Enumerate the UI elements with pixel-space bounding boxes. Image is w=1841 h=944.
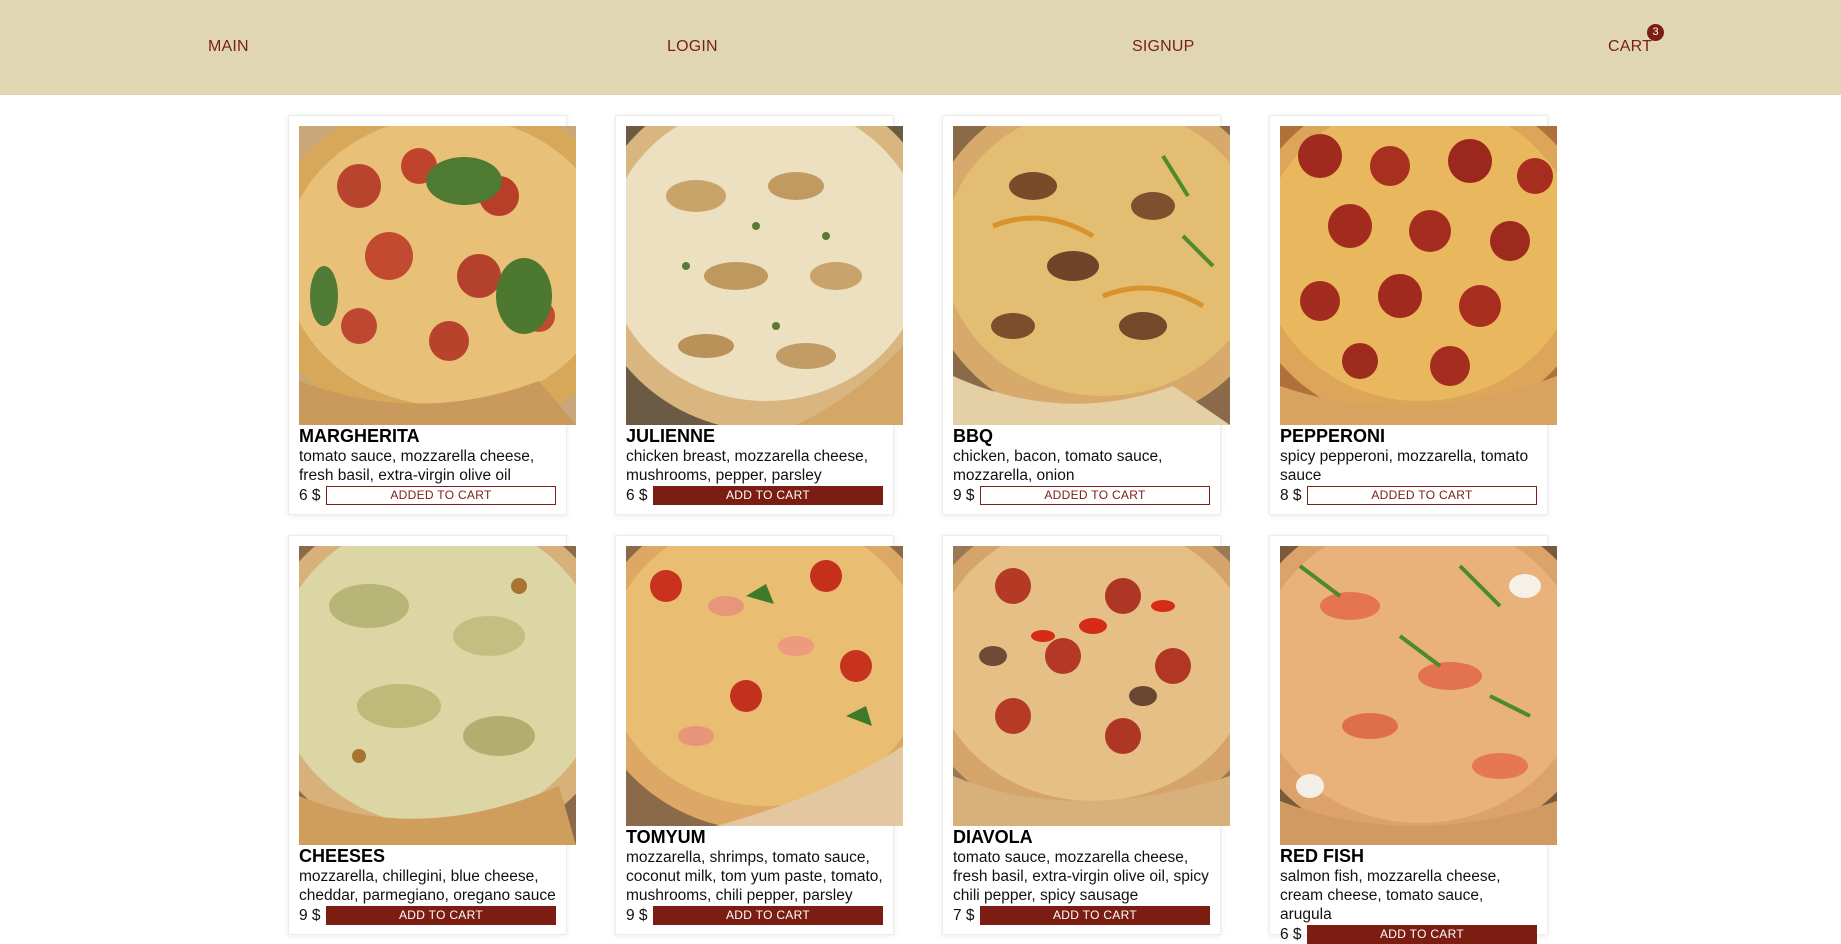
pizza-price: 9 $ (299, 906, 321, 924)
pizza-ingredients: mozzarella, shrimps, tomato sauce, cocon… (626, 849, 883, 904)
nav-cart-link[interactable]: CART (1608, 38, 1652, 56)
pizza-name: PEPPERONI (1280, 426, 1386, 446)
add-to-cart-button[interactable]: ADD TO CART (1307, 925, 1537, 944)
pizza-photo-diavola (953, 546, 1230, 826)
pizza-photo-tomyum (626, 546, 903, 826)
pizza-photo-cheeses (299, 546, 576, 845)
nav-main-link[interactable]: MAIN (208, 38, 249, 56)
pizza-price: 9 $ (953, 486, 975, 504)
pizza-photo-julienne (626, 126, 903, 425)
pizza-name: CHEESES (299, 846, 386, 866)
pizza-ingredients: tomato sauce, mozzarella cheese, fresh b… (953, 849, 1209, 904)
add-to-cart-button[interactable]: ADD TO CART (653, 486, 883, 505)
pizza-name: RED FISH (1280, 846, 1365, 866)
pizza-ingredients: tomato sauce, mozzarella cheese, fresh b… (299, 448, 535, 484)
pizza-card: TOMYUM mozzarella, shrimps, tomato sauce… (615, 535, 903, 935)
add-to-cart-button[interactable]: ADD TO CART (326, 906, 556, 925)
added-to-cart-button[interactable]: ADDED TO CART (1307, 486, 1537, 505)
pizza-card: DIAVOLA tomato sauce, mozzarella cheese,… (942, 535, 1230, 935)
pizza-name: JULIENNE (626, 426, 716, 446)
pizza-name: TOMYUM (626, 827, 706, 847)
pizza-price: 8 $ (1280, 486, 1302, 504)
pizza-name: DIAVOLA (953, 827, 1033, 847)
pizza-card: BBQ chicken, bacon, tomato sauce, mozzar… (942, 115, 1230, 515)
pizza-photo-bbq (953, 126, 1230, 425)
pizza-price: 6 $ (299, 486, 321, 504)
nav-signup-link[interactable]: SIGNUP (1132, 38, 1195, 56)
add-to-cart-button[interactable]: ADD TO CART (980, 906, 1210, 925)
nav-login-link[interactable]: LOGIN (667, 38, 718, 56)
pizza-ingredients: salmon fish, mozzarella cheese, cream ch… (1280, 868, 1501, 923)
pizza-card: MARGHERITA tomato sauce, mozzarella chee… (288, 115, 576, 515)
pizza-price: 6 $ (1280, 925, 1302, 943)
pizza-ingredients: chicken, bacon, tomato sauce, mozzarella… (953, 448, 1163, 484)
pizza-price: 9 $ (626, 906, 648, 924)
add-to-cart-button[interactable]: ADD TO CART (653, 906, 883, 925)
pizza-ingredients: spicy pepperoni, mozzarella, tomato sauc… (1280, 448, 1529, 484)
pizza-ingredients: mozzarella, chillegini, blue cheese, che… (299, 868, 556, 904)
pizza-photo-margherita (299, 126, 576, 425)
pizza-card: JULIENNE chicken breast, mozzarella chee… (615, 115, 903, 515)
pizza-card: PEPPERONI spicy pepperoni, mozzarella, t… (1269, 115, 1557, 515)
pizza-price: 6 $ (626, 486, 648, 504)
added-to-cart-button[interactable]: ADDED TO CART (326, 486, 556, 505)
added-to-cart-button[interactable]: ADDED TO CART (980, 486, 1210, 505)
pizza-grid: MARGHERITA tomato sauce, mozzarella chee… (288, 115, 1557, 944)
pizza-card: CHEESES mozzarella, chillegini, blue che… (288, 535, 576, 935)
pizza-card: RED FISH salmon fish, mozzarella cheese,… (1269, 535, 1557, 944)
pizza-photo-pepperoni (1280, 126, 1557, 425)
cart-count-badge: 3 (1647, 24, 1664, 41)
pizza-name: MARGHERITA (299, 426, 420, 446)
pizza-name: BBQ (953, 426, 993, 446)
top-navigation-bar: MAIN LOGIN SIGNUP CART 3 (0, 0, 1841, 95)
pizza-photo-red-fish (1280, 546, 1557, 845)
pizza-ingredients: chicken breast, mozzarella cheese, mushr… (626, 448, 869, 484)
pizza-price: 7 $ (953, 906, 975, 924)
